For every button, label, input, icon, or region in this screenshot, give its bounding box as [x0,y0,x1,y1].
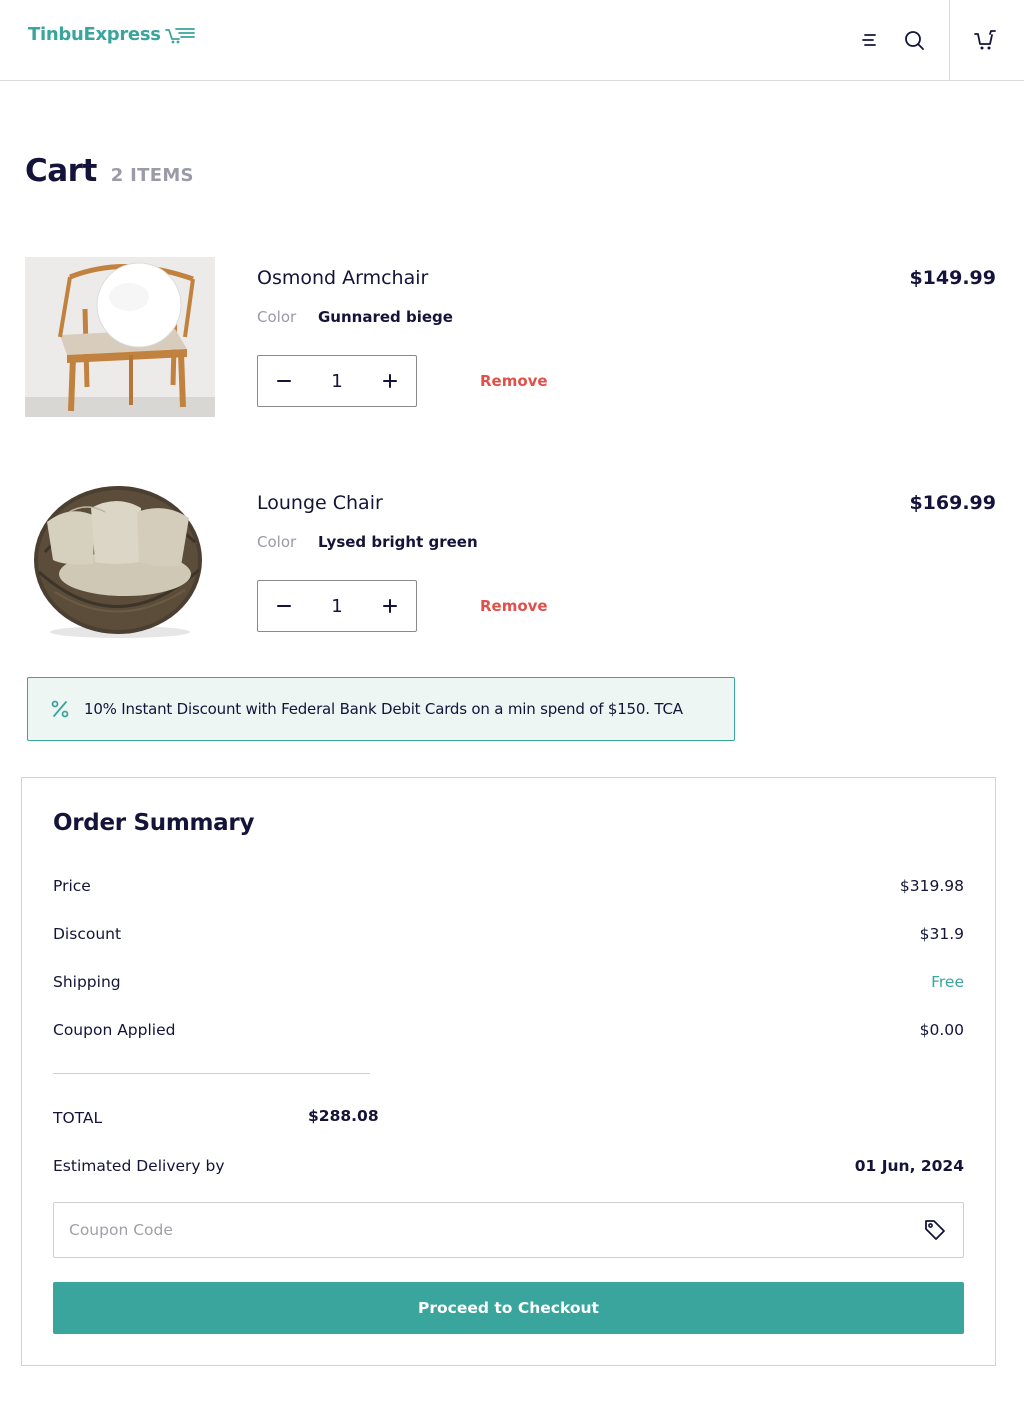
summary-row-price: Price $319.98 [53,877,964,901]
page-title: Cart 2 ITEMS [25,153,194,189]
summary-label: Coupon Applied [53,1021,176,1039]
quantity-value: 1 [331,370,343,392]
item-count: 2 ITEMS [110,165,194,186]
summary-value: $319.98 [899,877,964,895]
cart-button[interactable] [971,27,999,53]
lounge-chair-image [25,482,215,642]
logo[interactable]: TinbuExpress [28,24,195,45]
remove-button[interactable]: Remove [480,597,548,615]
color-label: Color [257,308,297,326]
decrease-quantity-button[interactable] [272,369,296,393]
quantity-value: 1 [331,595,343,617]
armchair-image [25,257,215,417]
header-divider [949,0,950,80]
quantity-stepper: 1 [257,355,417,407]
increase-quantity-button[interactable] [378,594,402,618]
summary-row-shipping: Shipping Free [53,973,964,997]
menu-button[interactable] [856,28,882,52]
product-name[interactable]: Osmond Armchair [257,267,428,289]
product-price: $149.99 [909,267,996,289]
delivery-label: Estimated Delivery by [53,1157,225,1175]
coupon-input[interactable] [54,1203,914,1257]
delivery-date: 01 Jun, 2024 [854,1157,964,1175]
color-label: Color [257,533,297,551]
summary-label: Price [53,877,91,895]
order-summary-title: Order Summary [53,810,255,836]
total-value: $288.08 [308,1107,379,1125]
delivery-row: Estimated Delivery by 01 Jun, 2024 [53,1157,964,1181]
quantity-stepper: 1 [257,580,417,632]
total-label: TOTAL [53,1109,103,1127]
product-name[interactable]: Lounge Chair [257,492,383,514]
summary-divider [53,1073,370,1074]
summary-value: Free [931,973,964,991]
discount-text: 10% Instant Discount with Federal Bank D… [84,700,683,718]
color-value: Gunnared biege [318,308,453,326]
minus-icon [277,380,291,382]
minus-icon [277,605,291,607]
percent-icon [49,698,71,720]
cart-icon [974,30,996,50]
fast-cart-icon [164,27,195,43]
discount-banner: 10% Instant Discount with Federal Bank D… [27,677,735,741]
remove-button[interactable]: Remove [480,372,548,390]
summary-row-discount: Discount $31.9 [53,925,964,949]
search-icon [905,31,924,50]
site-header: TinbuExpress [0,0,1024,81]
color-value: Lysed bright green [318,533,478,551]
order-summary: Order Summary Price $319.98 Discount $31… [21,777,996,1366]
checkout-button[interactable]: Proceed to Checkout [53,1282,964,1334]
product-price: $169.99 [909,492,996,514]
summary-value: $0.00 [919,1021,964,1039]
cart-item: Osmond Armchair $149.99 Color Gunnared b… [25,257,996,417]
coupon-field [53,1202,964,1258]
increase-quantity-button[interactable] [378,369,402,393]
summary-label: Discount [53,925,122,943]
summary-label: Shipping [53,973,121,991]
plus-icon [382,374,397,388]
product-image[interactable] [25,257,215,417]
search-button[interactable] [901,27,927,53]
summary-row-coupon: Coupon Applied $0.00 [53,1021,964,1045]
menu-icon [862,34,876,46]
tag-icon[interactable] [923,1218,947,1242]
product-image[interactable] [25,482,215,642]
decrease-quantity-button[interactable] [272,594,296,618]
cart-heading: Cart [25,153,97,189]
plus-icon [382,599,397,613]
cart-item: Lounge Chair $169.99 Color Lysed bright … [25,482,996,642]
logo-text: TinbuExpress [28,24,161,45]
summary-value: $31.9 [919,925,964,943]
